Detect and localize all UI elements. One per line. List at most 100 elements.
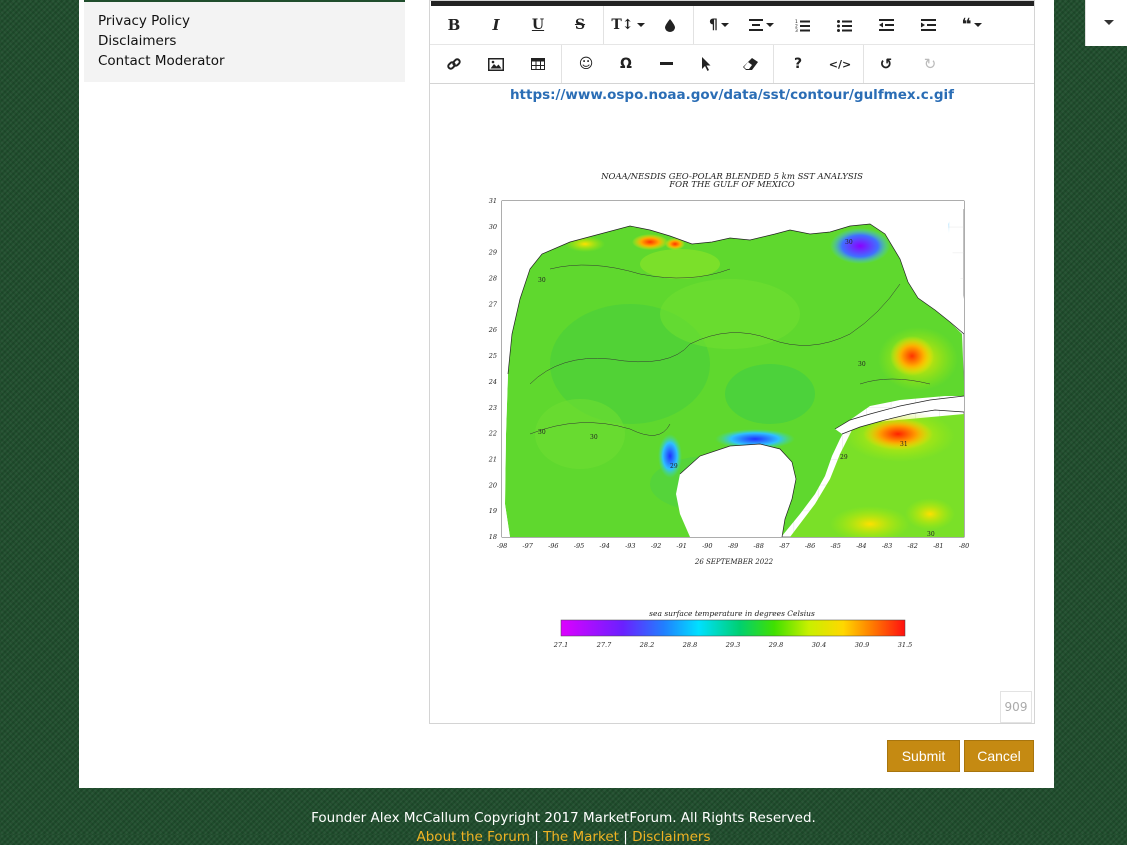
longitude-tick-label: -85 bbox=[830, 542, 840, 550]
latitude-tick-label: 20 bbox=[488, 481, 497, 489]
emoji-icon[interactable]: ☺ bbox=[574, 49, 598, 79]
rich-text-editor: B I U S T↕ ¶ 123 ❝ ☺ Ω ? </> ↺ ↻ https:/… bbox=[429, 0, 1035, 724]
contour-label: 30 bbox=[590, 434, 598, 441]
redo-icon[interactable]: ↻ bbox=[918, 49, 942, 79]
latitude-tick-label: 26 bbox=[488, 326, 497, 334]
toolbar-row-2: ☺ Ω ? </> ↺ ↻ bbox=[430, 45, 1034, 84]
longitude-tick-label: -83 bbox=[882, 542, 892, 550]
latitude-tick-label: 31 bbox=[489, 197, 497, 205]
font-size-icon[interactable]: T↕ bbox=[611, 10, 645, 40]
latitude-tick-label: 28 bbox=[488, 275, 497, 283]
colorbar bbox=[560, 619, 906, 637]
latitude-tick-label: 18 bbox=[489, 533, 497, 541]
latitude-tick-label: 23 bbox=[488, 404, 497, 412]
italic-icon[interactable]: I bbox=[484, 10, 508, 40]
quote-icon[interactable]: ❝ bbox=[956, 10, 988, 40]
link-icon[interactable] bbox=[442, 49, 466, 79]
character-counter: 909 bbox=[1000, 691, 1032, 723]
latitude-tick-label: 29 bbox=[488, 249, 497, 257]
footer-copyright: Founder Alex McCallum Copyright 2017 Mar… bbox=[311, 810, 816, 826]
contour-label: 30 bbox=[858, 361, 866, 368]
underline-icon[interactable]: U bbox=[526, 10, 550, 40]
longitude-tick-label: -88 bbox=[753, 542, 763, 550]
user-menu-dropdown[interactable] bbox=[1085, 0, 1127, 46]
color-icon[interactable] bbox=[658, 10, 682, 40]
toolbar-separator bbox=[561, 45, 562, 83]
colorbar-tick-label: 29.3 bbox=[725, 641, 740, 649]
footer-link-disclaimers[interactable]: Disclaimers bbox=[632, 829, 710, 845]
submit-button[interactable]: Submit bbox=[887, 740, 960, 772]
chevron-down-icon bbox=[1104, 20, 1114, 25]
unordered-list-icon[interactable] bbox=[832, 10, 856, 40]
longitude-tick-label: -96 bbox=[548, 542, 558, 550]
latitude-ticks: 31 30 29 28 27 26 25 24 23 22 21 20 19 18 bbox=[488, 197, 498, 541]
colorbar-ticks: 27.1 27.7 28.2 28.8 29.3 29.8 30.4 30.9 31.5 bbox=[553, 641, 912, 649]
sst-map-image: NOAA/NESDIS GEO-POLAR BLENDED 5 km SST A… bbox=[488, 172, 970, 649]
paragraph-icon[interactable]: ¶ bbox=[704, 10, 734, 40]
longitude-tick-label: -97 bbox=[522, 542, 533, 550]
latitude-tick-label: 21 bbox=[488, 455, 497, 463]
bold-icon[interactable]: B bbox=[442, 10, 466, 40]
cancel-button[interactable]: Cancel bbox=[964, 740, 1034, 772]
latitude-tick-label: 25 bbox=[488, 352, 497, 360]
footer-links: About the Forum | The Market | Disclaime… bbox=[0, 829, 1127, 845]
contact-moderator-link[interactable]: Contact Moderator bbox=[98, 52, 225, 70]
toolbar-separator bbox=[603, 6, 604, 44]
contour-label: 30 bbox=[927, 531, 935, 538]
svg-text:3: 3 bbox=[795, 28, 798, 32]
special-char-icon[interactable]: Ω bbox=[614, 49, 638, 79]
outdent-icon[interactable] bbox=[874, 10, 898, 40]
indent-icon[interactable] bbox=[916, 10, 940, 40]
footer-separator: | bbox=[534, 829, 539, 845]
longitude-tick-label: -98 bbox=[497, 542, 507, 550]
toolbar-separator bbox=[773, 45, 774, 83]
colorbar-tick-label: 27.1 bbox=[553, 641, 568, 649]
longitude-tick-label: -90 bbox=[702, 542, 712, 550]
contour-label: 30 bbox=[845, 239, 853, 246]
footer-separator: | bbox=[623, 829, 628, 845]
toolbar-row-1: B I U S T↕ ¶ 123 ❝ bbox=[430, 6, 1034, 45]
contour-label: 31 bbox=[900, 441, 908, 448]
latitude-tick-label: 30 bbox=[489, 223, 497, 231]
footer-link-market[interactable]: The Market bbox=[543, 829, 619, 845]
help-icon[interactable]: ? bbox=[786, 49, 810, 79]
map-date: 26 SEPTEMBER 2022 bbox=[694, 558, 774, 566]
longitude-tick-label: -94 bbox=[599, 542, 609, 550]
contour-label: 30 bbox=[538, 277, 546, 284]
ordered-list-icon[interactable]: 123 bbox=[790, 10, 814, 40]
horizontal-rule-icon[interactable] bbox=[654, 49, 678, 79]
colorbar-tick-label: 28.8 bbox=[682, 641, 697, 649]
longitude-tick-label: -87 bbox=[779, 542, 790, 550]
latitude-tick-label: 24 bbox=[488, 378, 497, 386]
contour-label: 29 bbox=[840, 454, 848, 461]
longitude-tick-label: -93 bbox=[625, 542, 635, 550]
disclaimers-link[interactable]: Disclaimers bbox=[98, 32, 176, 50]
longitude-tick-label: -86 bbox=[805, 542, 815, 550]
colorbar-tick-label: 28.2 bbox=[639, 641, 654, 649]
image-icon[interactable] bbox=[484, 49, 508, 79]
map-title-2: FOR THE GULF OF MEXICO bbox=[668, 180, 795, 190]
clear-format-icon[interactable] bbox=[738, 49, 762, 79]
colorbar-tick-label: 31.5 bbox=[898, 641, 912, 649]
longitude-tick-label: -84 bbox=[856, 542, 866, 550]
longitude-tick-label: -91 bbox=[676, 542, 686, 550]
colorbar-tick-label: 30.9 bbox=[855, 641, 869, 649]
longitude-tick-label: -92 bbox=[651, 542, 661, 550]
undo-icon[interactable]: ↺ bbox=[874, 49, 898, 79]
footer-link-about[interactable]: About the Forum bbox=[417, 829, 530, 845]
contour-label: 29 bbox=[670, 463, 678, 470]
select-icon[interactable] bbox=[694, 49, 718, 79]
align-icon[interactable] bbox=[746, 10, 776, 40]
table-icon[interactable] bbox=[526, 49, 550, 79]
sidebar-links: Privacy Policy Disclaimers Contact Moder… bbox=[84, 0, 405, 82]
code-view-icon[interactable]: </> bbox=[828, 49, 852, 79]
longitude-tick-label: -89 bbox=[728, 542, 738, 550]
colorbar-title: sea surface temperature in degrees Celsi… bbox=[649, 609, 815, 618]
longitude-tick-label: -81 bbox=[933, 542, 943, 550]
privacy-policy-link[interactable]: Privacy Policy bbox=[98, 12, 190, 30]
colorbar-tick-label: 29.8 bbox=[768, 641, 783, 649]
latitude-tick-label: 19 bbox=[489, 507, 497, 515]
strikethrough-icon[interactable]: S bbox=[568, 10, 592, 40]
toolbar-separator bbox=[693, 6, 694, 44]
longitude-tick-label: -95 bbox=[574, 542, 584, 550]
